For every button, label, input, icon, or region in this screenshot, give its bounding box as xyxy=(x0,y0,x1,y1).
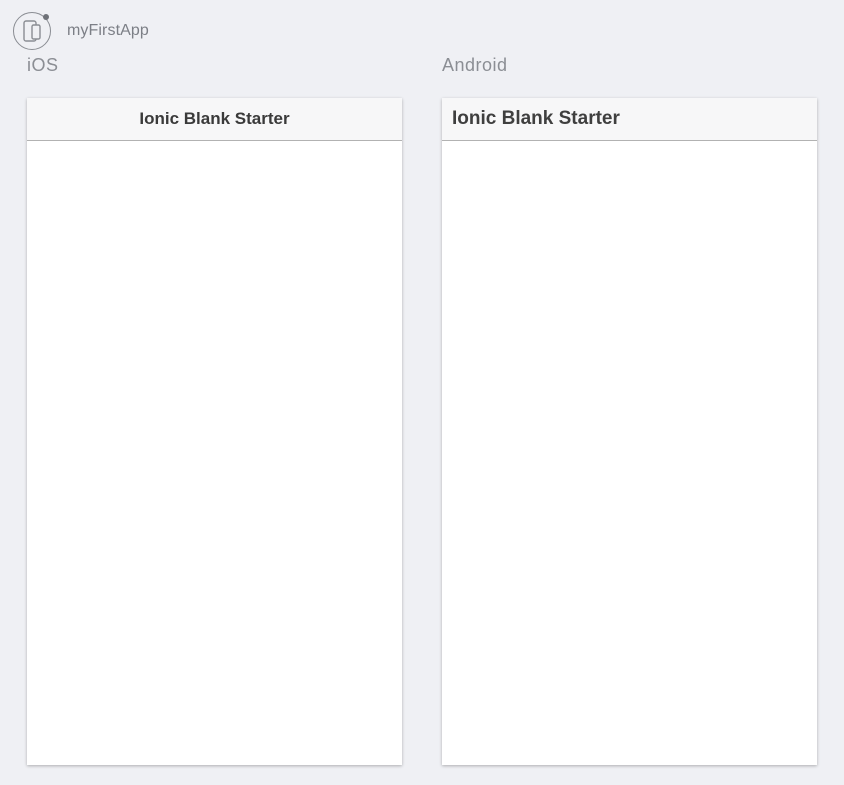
android-header-title: Ionic Blank Starter xyxy=(452,108,620,129)
top-bar: myFirstApp xyxy=(13,11,149,51)
ionic-devices-icon[interactable] xyxy=(13,12,51,50)
ios-device-preview: Ionic Blank Starter xyxy=(27,98,402,765)
android-platform-label: Android xyxy=(442,55,508,75)
ios-header-bar: Ionic Blank Starter xyxy=(27,98,402,141)
app-name: myFirstApp xyxy=(67,22,149,39)
android-device-preview: Ionic Blank Starter xyxy=(442,98,817,765)
status-dot-icon xyxy=(43,14,49,20)
android-content-area[interactable] xyxy=(442,141,817,765)
ios-content-area[interactable] xyxy=(27,141,402,765)
android-header-bar: Ionic Blank Starter xyxy=(442,98,817,141)
ios-platform-label: iOS xyxy=(27,55,59,75)
ios-header-title: Ionic Blank Starter xyxy=(139,109,290,128)
